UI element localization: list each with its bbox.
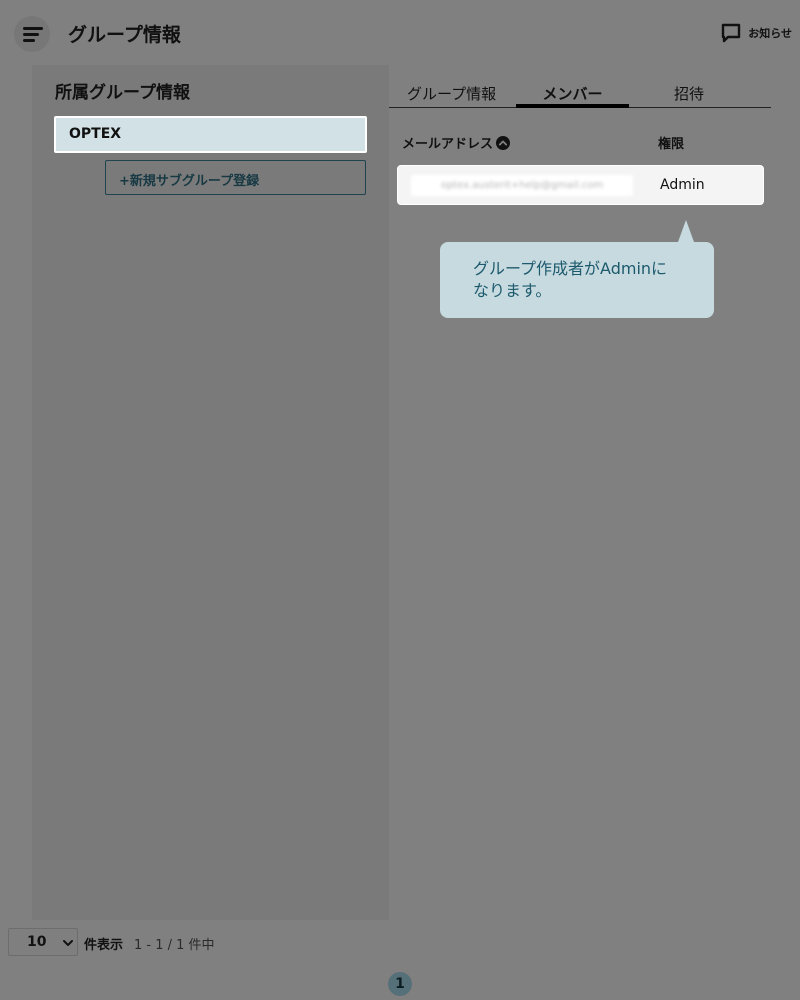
chat-icon [722, 23, 741, 43]
per-page-label: 件表示 [84, 938, 124, 953]
member-role: Admin [660, 177, 705, 193]
menu-icon [23, 27, 43, 30]
table-row[interactable]: optex.austerit+help@gmail.com Admin [397, 165, 764, 205]
tab-members[interactable]: メンバー [516, 83, 629, 108]
tooltip-text-line1: グループ作成者がAdminに [473, 259, 668, 278]
tab-bar: グループ情報 メンバー 招待 [389, 81, 771, 108]
side-gutter [0, 65, 32, 920]
tab-invite[interactable]: 招待 [674, 83, 704, 104]
top-app-bar: グループ情報 お知らせ [0, 0, 800, 65]
tab-group-info[interactable]: グループ情報 [407, 83, 496, 104]
group-tree-title: 所属グループ情報 [55, 83, 190, 103]
member-email: optex.austerit+help@gmail.com [411, 175, 633, 196]
group-tree-panel: 所属グループ情報 OPTEX +新規サブグループ登録 [32, 65, 389, 920]
group-detail-panel: グループ情報 メンバー 招待 メールアドレス 権限 optex.austerit… [389, 65, 800, 920]
result-range: 1 - 1 / 1 件中 [134, 938, 215, 953]
tooltip-pointer [678, 220, 694, 242]
notice-button[interactable]: お知らせ [720, 22, 792, 44]
page-title: グループ情報 [68, 24, 181, 46]
email-column-header[interactable]: メールアドレス [402, 133, 511, 152]
group-item-optex[interactable]: OPTEX [54, 116, 367, 153]
sort-ascending-icon[interactable] [496, 135, 511, 150]
email-header-label: メールアドレス [402, 137, 494, 152]
menu-icon-line [23, 33, 39, 36]
per-page-value: 10 [27, 934, 47, 950]
pagination-bar: 10 件表示 1 - 1 / 1 件中 1 [0, 920, 800, 1000]
chevron-down-icon [63, 940, 73, 946]
new-subgroup-button[interactable]: +新規サブグループ登録 [105, 160, 366, 195]
page-button-1[interactable]: 1 [388, 972, 412, 996]
per-page-select[interactable]: 10 [8, 928, 78, 956]
role-column-header: 権限 [658, 137, 685, 152]
menu-button[interactable] [14, 16, 50, 52]
notice-label: お知らせ [748, 27, 792, 40]
menu-icon-line [23, 39, 35, 42]
tutorial-tooltip: グループ作成者がAdminに なります。 [440, 220, 714, 318]
tooltip-text-line2: なります。 [473, 281, 552, 300]
